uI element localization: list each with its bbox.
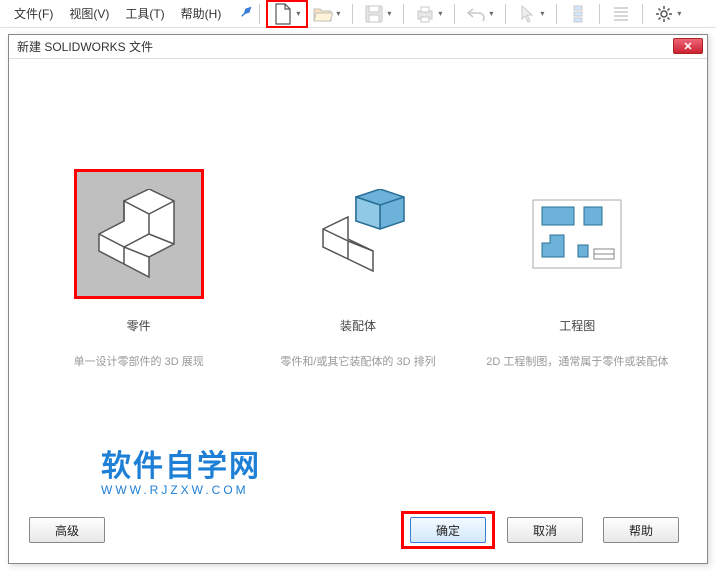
toolbar-separator xyxy=(259,4,260,24)
toolbar-separator xyxy=(505,4,506,24)
watermark-main: 软件自学网 xyxy=(101,441,261,485)
option-drawing-desc: 2D 工程制图，通常属于零件或装配体 xyxy=(477,354,677,371)
new-file-dialog: 新建 SOLIDWORKS 文件 ✕ 零件 单一设计零部件的 3D 展 xyxy=(8,34,708,564)
new-file-dropdown[interactable]: ▾ xyxy=(296,9,306,18)
print-dropdown[interactable]: ▾ xyxy=(438,9,448,18)
button-row: 高级 确定 取消 帮助 xyxy=(29,511,687,549)
toolbar-separator xyxy=(403,4,404,24)
open-dropdown[interactable]: ▾ xyxy=(336,9,346,18)
option-assembly[interactable]: 装配体 零件和/或其它装配体的 3D 排列 xyxy=(258,169,458,371)
option-assembly-title: 装配体 xyxy=(258,317,458,334)
open-file-button[interactable] xyxy=(309,2,337,26)
watermark: 软件自学网 WWW.RJZXW.COM xyxy=(101,441,261,497)
toolbar-separator xyxy=(454,4,455,24)
option-drawing-title: 工程图 xyxy=(477,317,677,334)
option-assembly-desc: 零件和/或其它装配体的 3D 排列 xyxy=(258,354,458,371)
options-button[interactable] xyxy=(650,2,678,26)
undo-button[interactable] xyxy=(462,2,490,26)
menu-file[interactable]: 文件(F) xyxy=(6,1,61,26)
save-button[interactable] xyxy=(360,2,388,26)
menubar: 文件(F) 视图(V) 工具(T) 帮助(H) ▾ ▾ ▾ ▾ ▾ ▾ xyxy=(0,0,716,28)
pin-icon[interactable] xyxy=(239,5,253,22)
advanced-button[interactable]: 高级 xyxy=(29,517,105,543)
menu-help[interactable]: 帮助(H) xyxy=(173,1,230,26)
toolbar-separator xyxy=(599,4,600,24)
undo-dropdown[interactable]: ▾ xyxy=(489,9,499,18)
part-icon xyxy=(74,169,204,299)
option-part-desc: 单一设计零部件的 3D 展现 xyxy=(39,354,239,371)
toolbar-separator xyxy=(352,4,353,24)
select-button[interactable] xyxy=(513,2,541,26)
toolbar-separator xyxy=(642,4,643,24)
option-part[interactable]: 零件 单一设计零部件的 3D 展现 xyxy=(39,169,239,371)
menu-tools[interactable]: 工具(T) xyxy=(117,1,172,26)
print-button[interactable] xyxy=(411,2,439,26)
save-dropdown[interactable]: ▾ xyxy=(387,9,397,18)
ok-button-highlight: 确定 xyxy=(401,511,495,549)
option-drawing[interactable]: 工程图 2D 工程制图，通常属于零件或装配体 xyxy=(477,169,677,371)
menu-view[interactable]: 视图(V) xyxy=(61,1,117,26)
assembly-icon xyxy=(293,169,423,299)
close-icon[interactable]: ✕ xyxy=(673,38,703,54)
dialog-title: 新建 SOLIDWORKS 文件 xyxy=(17,38,699,55)
options-dropdown[interactable]: ▾ xyxy=(677,9,687,18)
dialog-titlebar: 新建 SOLIDWORKS 文件 ✕ xyxy=(9,35,707,59)
options-row: 零件 单一设计零部件的 3D 展现 装配体 零 xyxy=(29,169,687,371)
select-dropdown[interactable]: ▾ xyxy=(540,9,550,18)
new-file-button[interactable] xyxy=(269,2,297,26)
rebuild-button[interactable] xyxy=(564,2,592,26)
drawing-icon xyxy=(512,169,642,299)
dialog-body: 零件 单一设计零部件的 3D 展现 装配体 零 xyxy=(9,59,707,563)
ok-button[interactable]: 确定 xyxy=(410,517,486,543)
option-part-title: 零件 xyxy=(39,317,239,334)
help-button[interactable]: 帮助 xyxy=(603,517,679,543)
watermark-sub: WWW.RJZXW.COM xyxy=(101,483,261,497)
toolbar-separator xyxy=(556,4,557,24)
cancel-button[interactable]: 取消 xyxy=(507,517,583,543)
new-file-button-group: ▾ xyxy=(266,0,308,28)
list-button[interactable] xyxy=(607,2,635,26)
